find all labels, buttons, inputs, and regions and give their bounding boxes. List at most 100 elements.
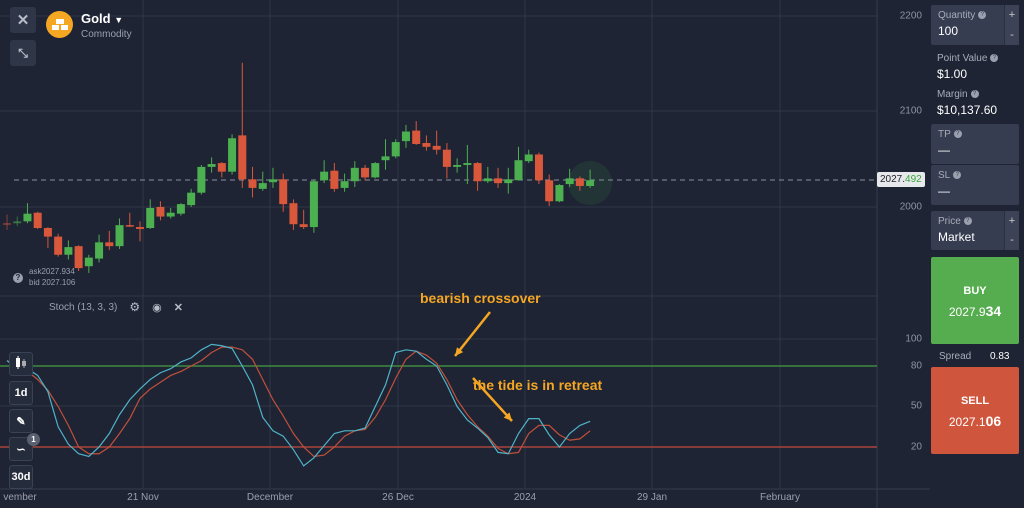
candle-body	[54, 236, 63, 255]
candle-body	[13, 221, 22, 224]
candle-body	[320, 171, 329, 181]
candle-body	[289, 203, 298, 225]
candle-body	[146, 207, 155, 229]
price-label: Price	[938, 216, 961, 227]
candle-body	[483, 178, 492, 182]
candle-body	[586, 180, 595, 186]
candle-body	[248, 179, 257, 188]
period-button[interactable]: 30d	[9, 465, 33, 489]
sell-price-int: 2027.1	[948, 415, 986, 429]
candle-body	[279, 179, 288, 205]
chevron-down-icon: ▼	[114, 15, 124, 25]
indicators-button[interactable]: ∽ 1	[9, 433, 40, 461]
asset-name: Gold	[81, 11, 111, 26]
minimize-chart-button[interactable]: ⤡	[10, 40, 36, 66]
candle-body	[534, 154, 543, 181]
candle-body	[268, 179, 277, 183]
close-icon[interactable]: ✕	[174, 301, 183, 314]
close-icon: ✕	[16, 12, 30, 29]
price-type-field[interactable]: Price? Market + -	[931, 211, 1019, 250]
quantity-minus-button[interactable]: -	[1004, 25, 1019, 45]
candle-body	[442, 149, 451, 167]
candle-body	[258, 183, 267, 189]
candle-body	[23, 213, 32, 222]
stoch-tick: 100	[905, 333, 922, 345]
x-tick: vember	[3, 492, 37, 503]
candle-body	[575, 178, 584, 186]
candle-body	[64, 247, 73, 255]
timeframe-button[interactable]: 1d	[9, 381, 33, 405]
chart-type-button[interactable]	[9, 352, 33, 376]
candle-body	[84, 257, 93, 267]
sl-label: SL	[938, 170, 951, 181]
help-icon: ?	[990, 54, 999, 63]
drawing-tools-button[interactable]: ✎	[9, 409, 33, 433]
stoch-tick: 20	[910, 441, 922, 453]
point-value: $1.00	[937, 67, 968, 81]
price-plus-button[interactable]: +	[1004, 211, 1019, 231]
price-chart[interactable]	[0, 0, 930, 508]
candle-body	[156, 207, 165, 217]
quantity-field[interactable]: Quantity? 100 + -	[931, 5, 1019, 45]
candle-body	[504, 179, 513, 184]
candle-body	[95, 242, 104, 259]
candle-body	[524, 154, 533, 162]
tp-field[interactable]: TP? —	[931, 124, 1019, 164]
candle-body	[494, 178, 503, 184]
gold-bars-icon	[46, 11, 73, 38]
price-dec: 492	[905, 174, 922, 185]
tp-value[interactable]: —	[931, 140, 1019, 157]
annotation-tide-retreat: the tide is in retreat	[473, 377, 603, 393]
eye-icon[interactable]: ◉	[152, 301, 162, 314]
sl-value[interactable]: —	[931, 181, 1019, 198]
close-chart-button[interactable]: ✕	[10, 7, 36, 33]
candle-body	[176, 204, 185, 214]
asset-selector[interactable]: Gold ▼ Commodity	[46, 11, 132, 40]
spread-label: Spread	[939, 351, 972, 362]
sl-field[interactable]: SL? —	[931, 165, 1019, 205]
candle-body	[330, 170, 339, 189]
tp-label: TP	[938, 129, 951, 140]
buy-price-dec: 34	[985, 303, 1002, 319]
quantity-label: Quantity	[938, 10, 976, 21]
candle-body	[74, 246, 83, 269]
help-icon[interactable]: ?	[13, 273, 23, 283]
candle-body	[350, 167, 359, 182]
x-tick: 2024	[513, 492, 537, 503]
indicator-count-badge: 1	[27, 433, 40, 446]
bid-price: bid 2027.106	[29, 278, 76, 287]
help-icon: ?	[970, 90, 979, 99]
candle-body	[125, 225, 134, 227]
candle-body	[187, 192, 196, 206]
x-tick: December	[246, 492, 294, 503]
candle-body	[432, 145, 441, 150]
sell-price-dec: 06	[985, 413, 1002, 429]
gear-icon[interactable]: ⚙	[129, 300, 140, 314]
candle-body	[412, 130, 421, 144]
asset-type: Commodity	[81, 29, 132, 40]
price-minus-button[interactable]: -	[1004, 231, 1019, 250]
candle-body	[43, 228, 52, 237]
candle-body	[217, 163, 226, 172]
buy-label: BUY	[963, 285, 987, 297]
indicator-wave-icon: ∽	[16, 443, 26, 456]
x-tick: 29 Jan	[636, 492, 668, 503]
buy-button[interactable]: BUY 2027.934	[931, 257, 1019, 344]
buy-price-int: 2027.9	[948, 305, 986, 319]
price-tick: 2200	[899, 10, 922, 22]
candle-body	[197, 166, 206, 193]
candle-body	[453, 164, 462, 167]
x-tick: 26 Dec	[382, 492, 414, 503]
candle-body	[565, 178, 574, 185]
sell-label: SELL	[960, 395, 990, 407]
candle-body	[381, 156, 390, 161]
x-tick: February	[759, 492, 801, 503]
sell-button[interactable]: SELL 2027.106	[931, 367, 1019, 454]
ask-price: ask2027.934	[29, 267, 75, 276]
annotation-bearish-crossover: bearish crossover	[420, 290, 541, 306]
point-value-label: Point Value	[937, 53, 988, 64]
minimize-icon: ⤡	[18, 45, 28, 60]
candle-body	[166, 212, 175, 217]
quantity-plus-button[interactable]: +	[1004, 5, 1019, 25]
candle-body	[105, 242, 114, 247]
